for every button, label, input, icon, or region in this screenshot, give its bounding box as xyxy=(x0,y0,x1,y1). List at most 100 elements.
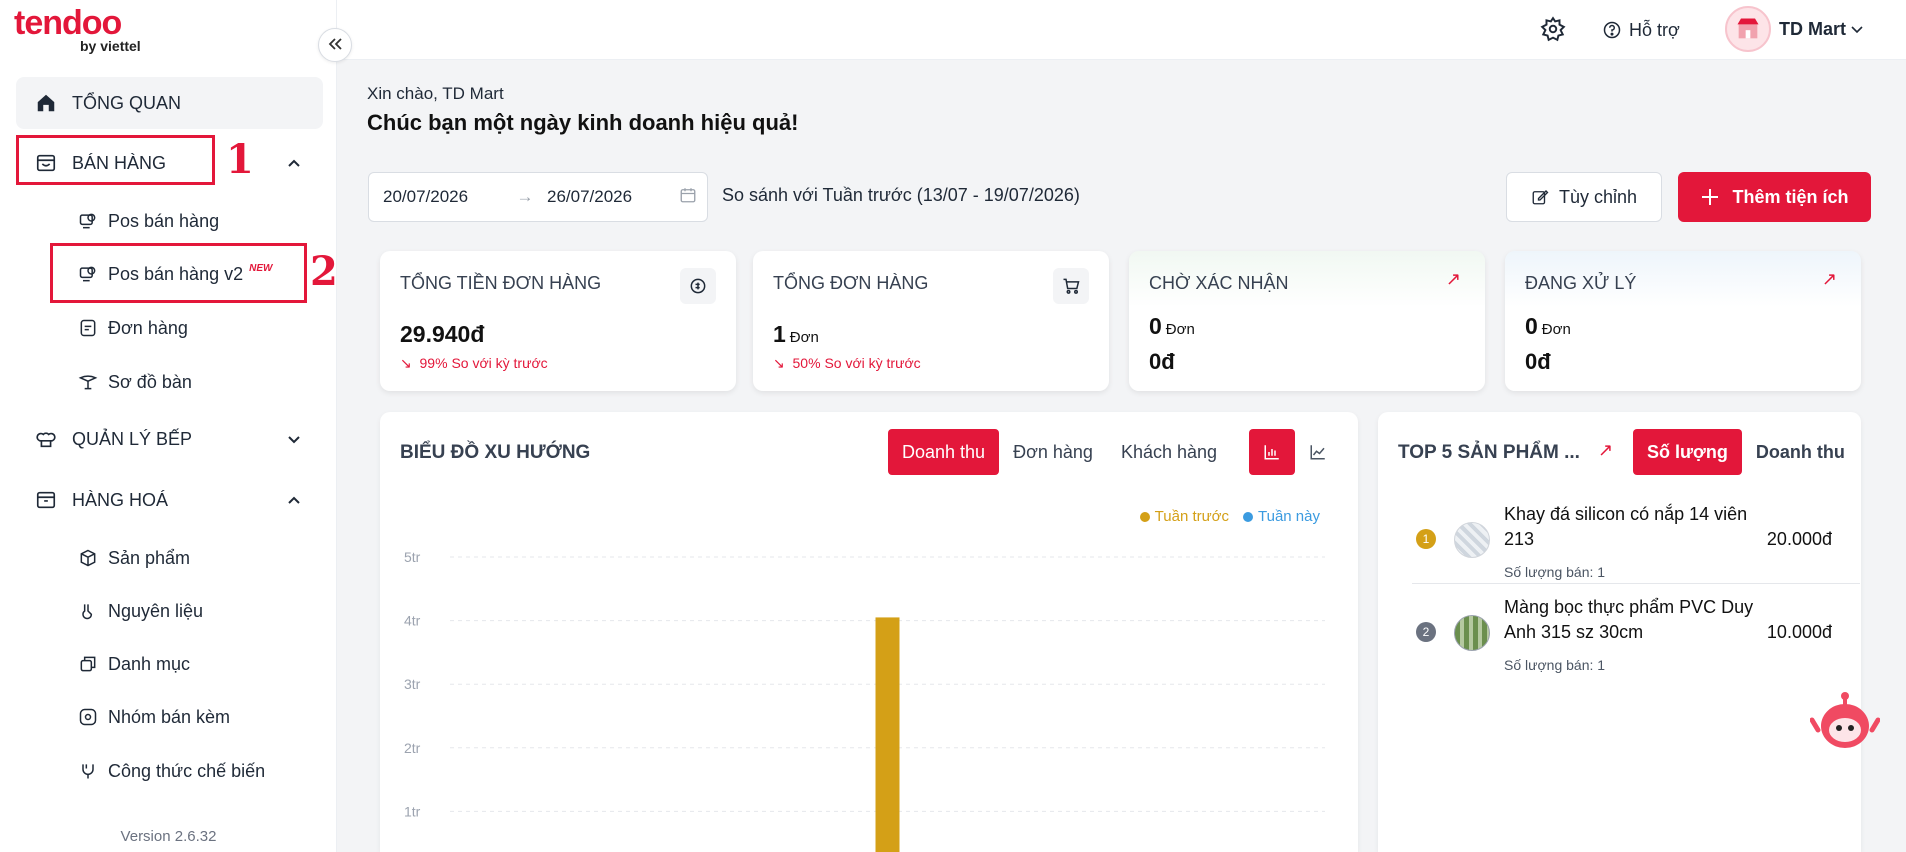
product-thumbnail xyxy=(1454,615,1490,651)
gear-icon xyxy=(1540,16,1566,46)
stat-card-total-revenue[interactable]: TỔNG TIỀN ĐƠN HÀNG 29.940đ ↘ 99% So với … xyxy=(380,251,736,391)
top-products-panel: TOP 5 SẢN PHẨM ... ↗ Số lượng Doanh thu … xyxy=(1378,412,1861,852)
external-link-icon[interactable]: ↗ xyxy=(1446,269,1461,290)
version-label: Version 2.6.32 xyxy=(120,828,217,845)
ingredient-icon xyxy=(78,601,98,621)
list-item[interactable]: 2 Màng bọc thực phẩm PVC Duy Anh 315 sz … xyxy=(1412,595,1832,675)
sidebar-subitem-products[interactable]: Sản phẩm xyxy=(78,540,190,576)
annotation-box-2 xyxy=(50,243,307,303)
card-title: CHỜ XÁC NHẬN xyxy=(1149,273,1289,293)
order-icon xyxy=(78,318,98,338)
card-amount: 0đ xyxy=(1149,349,1175,374)
product-price: 20.000đ xyxy=(1766,529,1832,549)
card-value: 1 Đơn xyxy=(773,321,819,348)
chart-bar[interactable] xyxy=(875,617,900,852)
card-value-number: 0 xyxy=(1149,313,1162,339)
annotation-box-1 xyxy=(16,135,215,185)
collapse-sidebar-button[interactable] xyxy=(318,28,352,62)
sidebar-subitem-label: Nguyên liệu xyxy=(108,600,204,621)
date-range-picker[interactable]: 20/07/2026 → 26/07/2026 xyxy=(368,172,708,222)
sidebar-subitem-label: Pos bán hàng xyxy=(108,210,220,231)
compare-period-label: So sánh với Tuần trước (13/07 - 19/07/20… xyxy=(722,185,1080,205)
stat-card-processing[interactable]: ĐANG XỬ LÝ ↗ 0 Đơn 0đ xyxy=(1505,251,1861,391)
top-products-tabs: Số lượng Doanh thu xyxy=(1633,429,1859,475)
sidebar-subitem-categories[interactable]: Danh mục xyxy=(78,646,190,682)
product-thumbnail xyxy=(1454,522,1490,558)
card-change: ↘ 50% So với kỳ trước xyxy=(773,355,921,372)
rank-badge: 1 xyxy=(1416,529,1436,549)
sidebar-item-goods[interactable]: HÀNG HOÁ xyxy=(16,474,323,526)
chef-hat-icon xyxy=(34,427,58,451)
sidebar-subitem-table-map[interactable]: Sơ đồ bàn xyxy=(78,364,192,400)
settings-button[interactable] xyxy=(1540,16,1568,44)
annotation-number-2: 2 xyxy=(310,248,338,295)
external-link-icon[interactable]: ↗ xyxy=(1822,269,1837,290)
customize-label: Tùy chỉnh xyxy=(1558,186,1638,207)
card-value-number: 1 xyxy=(773,321,786,347)
sidebar-subitem-label: Công thức chế biến xyxy=(108,760,266,781)
logo-byline: by viettel xyxy=(80,38,141,54)
stat-card-total-orders[interactable]: TỔNG ĐƠN HÀNG 1 Đơn ↘ 50% So với kỳ trước xyxy=(753,251,1109,391)
help-button[interactable]: Hỗ trợ xyxy=(1603,14,1680,46)
change-label: So với kỳ trước xyxy=(824,355,921,371)
recipe-icon xyxy=(78,761,98,781)
category-icon xyxy=(78,654,98,674)
change-percent: 50% xyxy=(792,355,821,371)
cube-icon xyxy=(78,548,98,568)
pos-icon xyxy=(78,211,98,231)
date-from: 20/07/2026 xyxy=(383,187,469,206)
card-unit: Đơn xyxy=(789,329,819,346)
sidebar-item-kitchen[interactable]: QUẢN LÝ BẾP xyxy=(16,413,323,465)
edit-icon xyxy=(1531,188,1549,206)
stat-card-pending[interactable]: CHỜ XÁC NHẬN ↗ 0 Đơn 0đ xyxy=(1129,251,1485,391)
product-sold: Số lượng bán: 1 xyxy=(1504,564,1606,580)
change-label: So với kỳ trước xyxy=(451,355,548,371)
help-circle-icon xyxy=(1603,21,1621,39)
list-item[interactable]: 1 Khay đá silicon có nắp 14 viên 213 Số … xyxy=(1412,502,1832,582)
sidebar-subitem-pos[interactable]: Pos bán hàng xyxy=(78,203,219,239)
user-menu[interactable]: TD Mart xyxy=(1725,4,1864,54)
external-link-icon[interactable]: ↗ xyxy=(1598,440,1613,461)
rank-badge: 2 xyxy=(1416,622,1436,642)
robot-mascot-icon xyxy=(1809,692,1881,758)
sidebar-subitem-label: Danh mục xyxy=(108,653,191,674)
sidebar-subitem-recipes[interactable]: Công thức chế biến xyxy=(78,753,265,789)
top-header: Hỗ trợ TD Mart xyxy=(337,0,1906,60)
calendar-icon xyxy=(679,186,697,209)
sidebar-item-label: QUẢN LÝ BẾP xyxy=(72,428,193,449)
sidebar-item-label: TỔNG QUAN xyxy=(72,92,182,113)
chat-assistant-button[interactable] xyxy=(1809,690,1881,754)
trend-down-icon: ↘ xyxy=(773,355,785,371)
tendoo-logo[interactable]: tendoo by viettel xyxy=(14,6,141,54)
sidebar-subitem-label: Đơn hàng xyxy=(108,317,188,338)
trend-bar-chart: 5tr 4tr 3tr 2tr 1tr xyxy=(404,549,1325,852)
arrow-right-icon: → xyxy=(516,187,534,206)
tab-quantity[interactable]: Số lượng xyxy=(1633,429,1742,475)
tab-revenue[interactable]: Doanh thu xyxy=(1742,429,1859,475)
avatar xyxy=(1725,6,1771,52)
box-icon xyxy=(34,488,58,512)
sidebar-subitem-orders[interactable]: Đơn hàng xyxy=(78,310,188,346)
home-icon xyxy=(34,91,58,115)
trend-chart-panel: BIỂU ĐỒ XU HƯỚNG Doanh thu Đơn hàng Khác… xyxy=(380,412,1358,852)
sidebar-subitem-ingredients[interactable]: Nguyên liệu xyxy=(78,593,203,629)
date-to: 26/07/2026 xyxy=(547,187,633,206)
y-tick-label: 3tr xyxy=(404,676,421,692)
product-sold: Số lượng bán: 1 xyxy=(1504,657,1606,673)
help-label: Hỗ trợ xyxy=(1629,19,1680,40)
user-name: TD Mart xyxy=(1779,18,1846,39)
y-tick-label: 4tr xyxy=(404,613,421,629)
card-unit: Đơn xyxy=(1165,321,1195,338)
y-tick-label: 1tr xyxy=(404,803,421,819)
add-widget-label: Thêm tiện ích xyxy=(1732,186,1849,207)
sidebar-item-overview[interactable]: TỔNG QUAN xyxy=(16,77,323,129)
chevron-down-icon xyxy=(287,431,301,447)
trend-down-icon: ↘ xyxy=(400,355,412,371)
customize-button[interactable]: Tùy chỉnh xyxy=(1506,172,1662,222)
sidebar-subitem-bundles[interactable]: Nhóm bán kèm xyxy=(78,699,230,735)
sidebar: tendoo by viettel TỔNG QUAN BÁN HÀNG 1 P… xyxy=(0,0,338,852)
product-name: Màng bọc thực phẩm PVC Duy Anh 315 sz 30… xyxy=(1504,597,1754,642)
change-percent: 99% xyxy=(419,355,448,371)
chevron-up-icon xyxy=(287,155,301,171)
add-widget-button[interactable]: Thêm tiện ích xyxy=(1678,172,1871,222)
